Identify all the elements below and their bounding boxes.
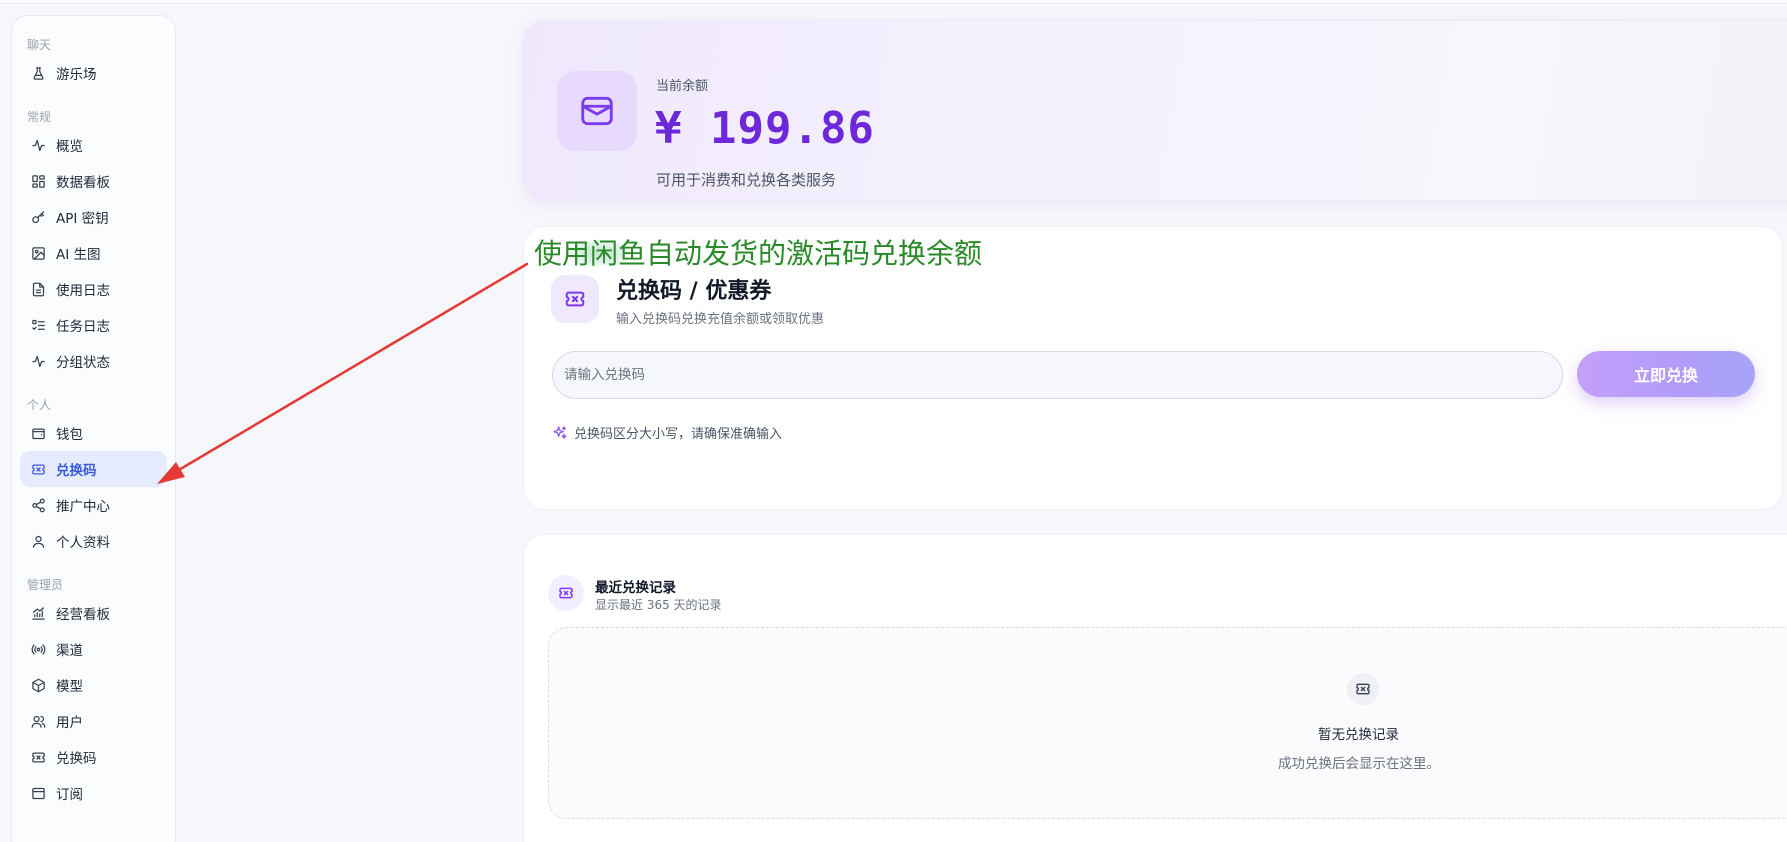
sidebar-item-admin-redeem-code[interactable]: 兑换码 (20, 739, 167, 775)
sidebar-item-label: 个人资料 (56, 535, 110, 551)
sidebar-item-users[interactable]: 用户 (20, 703, 167, 739)
redeem-button[interactable]: 立即兑换 (1577, 351, 1755, 397)
annotation-text: 使用闲鱼自动发货的激活码兑换余额 (534, 237, 983, 270)
hint-text: 兑换码区分大小写，请确保准确输入 (574, 427, 783, 442)
users-icon (30, 713, 46, 729)
ticket-icon (30, 749, 46, 765)
redeem-hint: 兑换码区分大小写，请确保准确输入 (552, 423, 782, 442)
sidebar-item-label: API 密钥 (56, 211, 109, 227)
sidebar-item-api-keys[interactable]: API 密钥 (20, 199, 167, 235)
grid-icon (30, 173, 46, 189)
redeem-title: 兑换码 / 优惠券 (616, 279, 772, 304)
subscription-icon (30, 785, 46, 801)
chart-icon (30, 605, 46, 621)
sidebar-item-label: 兑换码 (56, 463, 97, 479)
radio-icon (30, 641, 46, 657)
activity-icon (30, 353, 46, 369)
group-general: 常规 概览 数据看板 API 密钥 AI 生图 使用日志 任务日志 分组状态 (12, 107, 175, 379)
redeem-subtitle: 输入兑换码兑换充值余额或领取优惠 (616, 312, 825, 327)
sidebar-item-label: 经营看板 (56, 607, 110, 623)
sidebar-item-label: 概览 (56, 139, 83, 155)
sidebar-item-business-board[interactable]: 经营看板 (20, 595, 167, 631)
balance-card: 当前余额 ¥ 199.86 可用于消费和兑换各类服务 (523, 20, 1787, 201)
records-empty-state (548, 627, 1787, 819)
sidebar-item-label: 用户 (56, 715, 83, 731)
sidebar-item-playground[interactable]: 游乐场 (20, 55, 167, 91)
sidebar-item-label: 任务日志 (56, 319, 110, 335)
sidebar-item-dashboard[interactable]: 数据看板 (20, 163, 167, 199)
ticket-icon (551, 275, 599, 323)
sidebar-item-redeem-code[interactable]: 兑换码 (20, 451, 167, 487)
sidebar-item-task-log[interactable]: 任务日志 (20, 307, 167, 343)
user-icon (30, 533, 46, 549)
sidebar-item-overview[interactable]: 概览 (20, 127, 167, 163)
balance-label: 当前余额 (656, 79, 709, 94)
file-icon (30, 281, 46, 297)
sidebar-item-wallet[interactable]: 钱包 (20, 415, 167, 451)
sidebar-item-label: 订阅 (56, 787, 83, 803)
sidebar-item-usage-log[interactable]: 使用日志 (20, 271, 167, 307)
sidebar-item-channels[interactable]: 渠道 (20, 631, 167, 667)
sidebar-item-label: 使用日志 (56, 283, 110, 299)
sidebar-item-label: 兑换码 (56, 751, 97, 767)
records-subtitle: 显示最近 365 天的记录 (595, 598, 722, 612)
redeem-code-input[interactable] (552, 351, 1563, 399)
top-border (0, 0, 1787, 4)
sidebar-item-ai-image[interactable]: AI 生图 (20, 235, 167, 271)
ticket-icon (548, 575, 584, 611)
balance-description: 可用于消费和兑换各类服务 (656, 171, 837, 189)
group-label: 个人 (27, 398, 52, 412)
sidebar-item-group-status[interactable]: 分组状态 (20, 343, 167, 379)
image-icon (30, 245, 46, 261)
sidebar-item-label: AI 生图 (56, 247, 101, 263)
box-icon (30, 677, 46, 693)
group-label: 常规 (27, 110, 52, 124)
wallet-icon (557, 71, 637, 151)
sidebar-item-profile[interactable]: 个人资料 (20, 523, 167, 559)
sidebar-item-models[interactable]: 模型 (20, 667, 167, 703)
sidebar-item-label: 推广中心 (56, 499, 110, 515)
ticket-icon (30, 461, 46, 477)
sidebar-item-subscriptions[interactable]: 订阅 (20, 775, 167, 811)
key-icon (30, 209, 46, 225)
sidebar-item-affiliate[interactable]: 推广中心 (20, 487, 167, 523)
balance-amount: ¥ 199.86 (655, 103, 875, 154)
share-icon (30, 497, 46, 513)
group-admin: 管理员 经营看板 渠道 模型 用户 兑换码 订阅 (12, 575, 175, 811)
ticket-icon (1347, 673, 1379, 705)
list-check-icon (30, 317, 46, 333)
records-title: 最近兑换记录 (595, 580, 676, 596)
empty-description: 成功兑换后会显示在这里。 (1278, 756, 1440, 772)
empty-title: 暂无兑换记录 (1318, 727, 1399, 743)
flask-icon (30, 65, 46, 81)
group-label: 管理员 (27, 578, 64, 592)
wallet-icon (30, 425, 46, 441)
group-chat: 聊天 游乐场 (12, 35, 175, 91)
sparkles-icon (552, 425, 568, 441)
activity-icon (30, 137, 46, 153)
sidebar-item-label: 渠道 (56, 643, 83, 659)
group-label: 聊天 (27, 38, 52, 52)
sidebar-item-label: 模型 (56, 679, 83, 695)
sidebar-item-label: 数据看板 (56, 175, 110, 191)
sidebar-item-label: 游乐场 (56, 67, 97, 83)
sidebar-item-label: 分组状态 (56, 355, 110, 371)
sidebar: 聊天 游乐场 常规 概览 数据看板 API 密钥 AI 生图 使用日志 任务日志… (11, 15, 176, 842)
sidebar-item-label: 钱包 (56, 427, 83, 443)
group-personal: 个人 钱包 兑换码 推广中心 个人资料 (12, 395, 175, 559)
records-card: 最近兑换记录 显示最近 365 天的记录 (523, 534, 1787, 842)
